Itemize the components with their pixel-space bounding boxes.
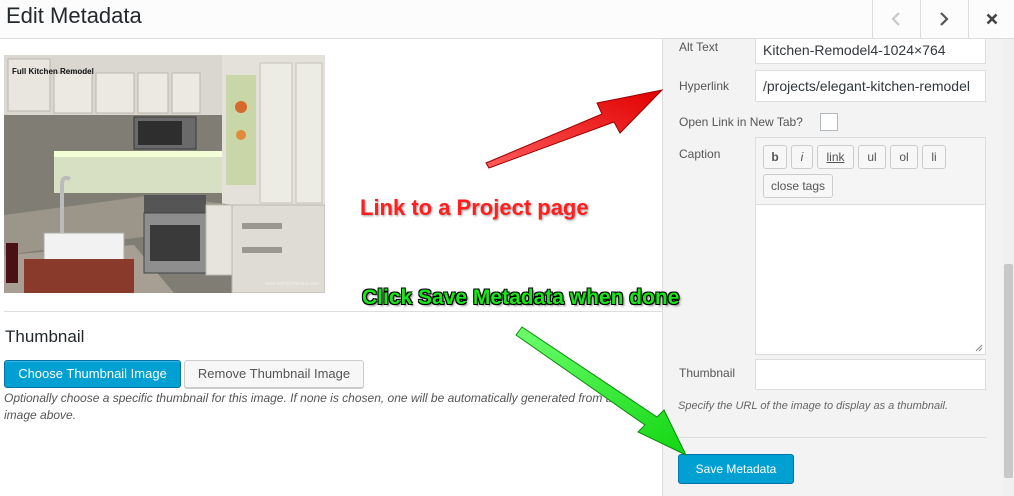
red-arrow [485, 89, 664, 169]
annotation-save-metadata: Click Save Metadata when done [362, 286, 680, 309]
green-arrow [515, 326, 688, 457]
annotation-arrows [485, 89, 688, 457]
annotation-link-project: Link to a Project page [360, 195, 589, 220]
